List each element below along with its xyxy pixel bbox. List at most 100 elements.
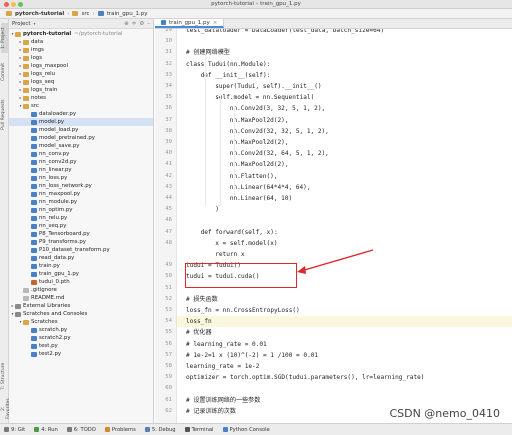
gear-icon[interactable]: ⚙ xyxy=(139,21,144,27)
structure-tool-tab[interactable]: 7: Structure xyxy=(1,359,8,393)
code-line[interactable]: nn.MaxPool2d(2), xyxy=(177,159,512,170)
tree-file[interactable]: test.py xyxy=(9,342,153,350)
tree-root[interactable]: ▾ pytorch-tutorial ~/pytorch-tutorial xyxy=(9,30,153,38)
tree-folder[interactable]: ▸ imgs xyxy=(9,46,153,54)
line-number: 31 xyxy=(165,49,172,56)
project-selector[interactable]: Project xyxy=(12,21,30,27)
code-text: ) xyxy=(215,206,219,214)
tree-folder[interactable]: ▸ logs_seq xyxy=(9,78,153,86)
tree-folder[interactable]: ▾ Scratches xyxy=(9,318,153,326)
code-line[interactable]: self.model = nn.Sequential( xyxy=(177,92,512,103)
tree-file[interactable]: nn_loss.py xyxy=(9,174,153,182)
code-line[interactable]: test_dataloader = DataLoader(test_data, … xyxy=(177,29,512,36)
tree-file[interactable]: nn_relu.py xyxy=(9,214,153,222)
close-icon[interactable]: × xyxy=(213,20,218,26)
tree-file[interactable]: model_pretrained.py xyxy=(9,134,153,142)
tree-file[interactable]: .gitignore xyxy=(9,286,153,294)
code-line[interactable]: nn.Conv2d(32, 64, 5, 1, 2), xyxy=(177,148,512,159)
bottom-tool-tab[interactable]: 4: Run xyxy=(34,427,58,433)
tree-file[interactable]: nn_module.py xyxy=(9,198,153,206)
code-line[interactable]: def __init__(self): xyxy=(177,70,512,81)
code-line[interactable]: # learning_rate = 0.01 xyxy=(177,339,512,350)
tree-file[interactable]: nn_linear.py xyxy=(9,166,153,174)
tree-folder[interactable]: ▸ logs xyxy=(9,54,153,62)
tree-file[interactable]: scratch2.py xyxy=(9,334,153,342)
tree-folder[interactable]: ▾ Scratches and Consoles xyxy=(9,310,153,318)
pull-requests-tool-tab[interactable]: Pull Requests xyxy=(1,91,8,139)
bottom-tool-tab[interactable]: 9: Git xyxy=(4,427,25,433)
code-line[interactable]: nn.MaxPool2d(2), xyxy=(177,115,512,126)
chevron-down-icon[interactable]: ▾ xyxy=(33,21,35,26)
tree-file[interactable]: dataloader.py xyxy=(9,110,153,118)
tree-folder[interactable]: ▸ data xyxy=(9,38,153,46)
bottom-tool-tab[interactable]: Python Console xyxy=(222,427,270,433)
breadcrumb-file[interactable]: train_gpu_1.py xyxy=(107,11,148,17)
code-line[interactable]: # 1e-2=1 x (10)^(-2) = 1 /100 = 0.01 xyxy=(177,350,512,361)
code-line[interactable]: optimizer = torch.optim.SGD(tudui.parame… xyxy=(177,372,512,383)
code-line[interactable]: nn.Flatten(), xyxy=(177,171,512,182)
code-line[interactable]: ) xyxy=(177,204,512,215)
bottom-tool-tab[interactable]: 5: Debug xyxy=(144,427,176,433)
code-line[interactable]: nn.Conv2d(3, 32, 5, 1, 2), xyxy=(177,103,512,114)
code-line[interactable]: # 设置训练网络的一些参数 xyxy=(177,395,512,406)
line-number: 61 xyxy=(165,396,172,403)
tree-file[interactable]: P8_Tensorboard.py xyxy=(9,230,153,238)
code-line[interactable]: # 创建网络模型 xyxy=(177,47,512,58)
breadcrumb-folder[interactable]: src xyxy=(81,11,89,17)
tree-file[interactable]: train.py xyxy=(9,262,153,270)
code-line[interactable] xyxy=(177,36,512,47)
tree-file[interactable]: nn_conv2d.py xyxy=(9,158,153,166)
tree-file[interactable]: nn_loss_network.py xyxy=(9,182,153,190)
bottom-tool-tab[interactable]: Problems xyxy=(104,427,136,433)
code-line[interactable]: learning_rate = 1e-2 xyxy=(177,361,512,372)
tree-folder[interactable]: ▸ logs_maxpool xyxy=(9,62,153,70)
tree-file[interactable]: tudui_0.pth xyxy=(9,278,153,286)
code-line[interactable]: class Tudui(nn.Module): xyxy=(177,59,512,70)
code-line[interactable]: # 损失函数 xyxy=(177,294,512,305)
code-line[interactable]: def forward(self, x): xyxy=(177,227,512,238)
tree-file[interactable]: train_gpu_1.py xyxy=(9,270,153,278)
tree-folder[interactable]: ▾ src xyxy=(9,102,153,110)
code-line[interactable]: nn.Linear(64*4*4, 64), xyxy=(177,182,512,193)
code-line[interactable] xyxy=(177,383,512,394)
tree-folder[interactable]: ▸ logs_relu xyxy=(9,70,153,78)
favorites-tool-tab[interactable]: 2: Favorites xyxy=(1,397,11,421)
code-line[interactable]: nn.Linear(64, 10) xyxy=(177,193,512,204)
collapse-icon[interactable]: ≑ xyxy=(132,21,137,27)
tree-file[interactable]: read_data.py xyxy=(9,254,153,262)
tree-folder[interactable]: ▸ External Libraries xyxy=(9,302,153,310)
target-icon[interactable]: ⊕ xyxy=(124,21,129,27)
line-number xyxy=(155,249,172,260)
tree-file[interactable]: P10_dataset_transform.py xyxy=(9,246,153,254)
code-line[interactable]: nn.Conv2d(32, 32, 5, 1, 2), xyxy=(177,126,512,137)
bottom-tool-tab[interactable]: 6: TODO xyxy=(66,427,96,433)
tree-file[interactable]: test2.py xyxy=(9,350,153,358)
tree-file[interactable]: model_save.py xyxy=(9,142,153,150)
project-pane-header: Project ▾ ⊕ ≑ ⚙ – xyxy=(9,19,153,29)
tree-file[interactable]: scratch.py xyxy=(9,326,153,334)
code-line[interactable]: loss_fn = nn.CrossEntropyLoss() xyxy=(177,305,512,316)
tree-file[interactable]: nn_maxpool.py xyxy=(9,190,153,198)
tree-file[interactable]: model_load.py xyxy=(9,126,153,134)
tree-file[interactable]: nn_seq.py xyxy=(9,222,153,230)
tree-file[interactable]: README.md xyxy=(9,294,153,302)
tree-file[interactable]: P9_transforms.py xyxy=(9,238,153,246)
tree-file[interactable]: model.py xyxy=(9,118,153,126)
tree-folder[interactable]: ▸ notes xyxy=(9,94,153,102)
breadcrumb-project[interactable]: pytorch-tutorial xyxy=(15,11,64,17)
tree-file[interactable]: nn_optim.py xyxy=(9,206,153,214)
code-area[interactable]: test_dataloader = DataLoader(test_data, … xyxy=(177,29,512,423)
tree-folder[interactable]: ▸ logs_train xyxy=(9,86,153,94)
code-line[interactable]: nn.MaxPool2d(2), xyxy=(177,137,512,148)
project-tool-tab[interactable]: 1: Project xyxy=(1,23,8,53)
bottom-tool-tab[interactable]: Terminal xyxy=(184,427,214,433)
indent-guide xyxy=(234,105,236,196)
commit-tool-tab[interactable]: Commit xyxy=(1,59,8,85)
code-line[interactable]: # 优化器 xyxy=(177,327,512,338)
code-line[interactable]: super(Tudui, self).__init__() xyxy=(177,81,512,92)
code-line[interactable]: loss_fn xyxy=(177,316,512,328)
code-line[interactable] xyxy=(177,215,512,226)
hide-icon[interactable]: – xyxy=(147,21,150,27)
python-file-icon xyxy=(31,167,37,173)
tree-file[interactable]: nn_conv.py xyxy=(9,150,153,158)
